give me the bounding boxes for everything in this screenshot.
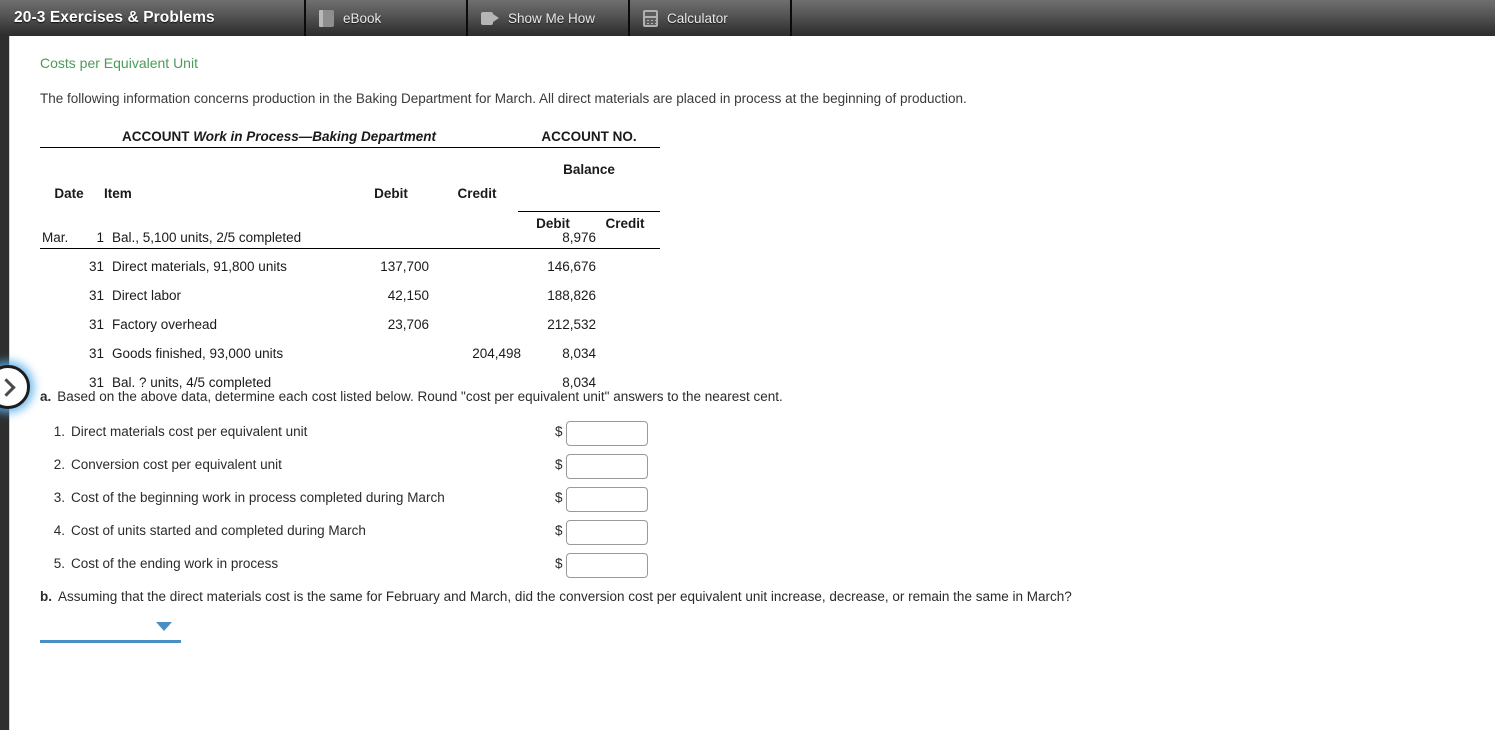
cell-day: 31 xyxy=(88,375,104,390)
list-item: 2. Conversion cost per equivalent unit $ xyxy=(43,454,683,487)
calculator-icon xyxy=(643,9,658,27)
cell-balance-debit: 8,034 xyxy=(562,346,596,361)
top-toolbar: 20-3 Exercises & Problems eBook Show Me … xyxy=(0,0,1495,36)
list-item: 5. Cost of the ending work in process $ xyxy=(43,553,683,586)
col-header-date: Date xyxy=(54,186,84,201)
col-header-debit: Debit xyxy=(374,186,408,201)
answer-input-3[interactable] xyxy=(566,487,648,512)
item-number: 2. xyxy=(53,457,65,472)
cell-item: Goods finished, 93,000 units xyxy=(112,346,284,361)
cell-balance-debit: 146,676 xyxy=(547,259,596,274)
cell-balance-debit: 8,034 xyxy=(562,375,596,390)
item-label: Conversion cost per equivalent unit xyxy=(71,457,282,472)
tab-show-me-how[interactable]: Show Me How xyxy=(468,0,630,36)
page-title: 20-3 Exercises & Problems xyxy=(0,0,306,36)
balance-group-rule xyxy=(518,211,660,212)
ledger-body: Mar. 1 Bal., 5,100 units, 2/5 completed 8,9… xyxy=(40,230,660,404)
chevron-down-icon xyxy=(156,622,172,631)
table-row: 31 Goods finished, 93,000 units 204,498 8,0… xyxy=(40,346,660,375)
currency-symbol: $ xyxy=(555,556,563,571)
tab-ebook[interactable]: eBook xyxy=(306,0,468,36)
ledger-account-header: ACCOUNT Work in Process—Baking Departmen… xyxy=(40,121,660,144)
tab-ebook-label: eBook xyxy=(343,10,382,26)
table-row: Mar. 1 Bal., 5,100 units, 2/5 completed 8,9… xyxy=(40,230,660,259)
question-a-items: 1. Direct materials cost per equivalent u… xyxy=(43,421,683,586)
exercise-page: 20-3 Exercises & Problems eBook Show Me … xyxy=(0,0,1495,730)
tab-calculator[interactable]: Calculator xyxy=(630,0,792,36)
item-label: Cost of the beginning work in process co… xyxy=(71,490,445,505)
account-label: ACCOUNT xyxy=(121,129,190,144)
cell-debit: 42,150 xyxy=(387,288,429,303)
answer-input-5[interactable] xyxy=(566,553,648,578)
cell-item: Direct labor xyxy=(112,288,182,303)
cell-item: Bal., 5,100 units, 2/5 completed xyxy=(112,230,302,245)
question-b-label: b. xyxy=(40,589,52,604)
cell-balance-debit: 8,976 xyxy=(562,230,596,245)
table-row: 31 Factory overhead 23,706 212,532 xyxy=(40,317,660,346)
cell-day: 1 xyxy=(96,230,104,245)
cell-day: 31 xyxy=(88,259,104,274)
account-no-label: ACCOUNT NO. xyxy=(541,129,637,144)
col-header-balance-credit: Credit xyxy=(605,216,645,231)
cell-debit: 23,706 xyxy=(387,317,429,332)
cell-balance-debit: 212,532 xyxy=(547,317,596,332)
intro-text: The following information concerns produ… xyxy=(40,91,967,106)
currency-symbol: $ xyxy=(555,457,563,472)
col-header-balance-group: Balance xyxy=(563,162,615,177)
currency-symbol: $ xyxy=(555,424,563,439)
answer-input-4[interactable] xyxy=(566,520,648,545)
answer-input-1[interactable] xyxy=(566,421,648,446)
account-name: Work in Process—Baking Department xyxy=(193,129,437,144)
account-no: ACCOUNT NO. xyxy=(518,129,660,144)
item-label: Cost of units started and completed duri… xyxy=(71,523,366,538)
question-b: b. Assuming that the direct materials cos… xyxy=(40,589,1072,604)
list-item: 1. Direct materials cost per equivalent u… xyxy=(43,421,683,454)
cell-debit: 137,700 xyxy=(380,259,429,274)
question-a-label: a. xyxy=(40,389,52,404)
item-number: 1. xyxy=(53,424,65,439)
toolbar-filler xyxy=(792,0,1495,36)
question-a-text: Based on the above data, determine each … xyxy=(57,389,783,404)
cell-day: 31 xyxy=(88,346,104,361)
cell-item: Factory overhead xyxy=(112,317,218,332)
cell-item: Bal. ? units, 4/5 completed xyxy=(112,375,272,390)
cell-day: 31 xyxy=(88,317,104,332)
dropdown-underline xyxy=(40,640,181,643)
item-number: 4. xyxy=(53,523,65,538)
list-item: 3. Cost of the beginning work in process … xyxy=(43,487,683,520)
content-area: Costs per Equivalent Unit The following … xyxy=(10,36,1495,730)
cell-balance-debit: 188,826 xyxy=(547,288,596,303)
cell-day: 31 xyxy=(88,288,104,303)
currency-symbol: $ xyxy=(555,490,563,505)
item-label: Direct materials cost per equivalent uni… xyxy=(71,424,308,439)
question-a: a. Based on the above data, determine eac… xyxy=(40,389,783,404)
item-number: 3. xyxy=(53,490,65,505)
col-header-balance-debit: Debit xyxy=(536,216,570,231)
item-number: 5. xyxy=(53,556,65,571)
ledger-table: ACCOUNT Work in Process—Baking Departmen… xyxy=(40,121,660,404)
section-title: Costs per Equivalent Unit xyxy=(40,55,198,71)
ledger-column-headers: Date Item Debit Credit Balance Debit Cre… xyxy=(40,148,660,249)
video-icon xyxy=(481,11,499,25)
tab-calculator-label: Calculator xyxy=(667,10,728,26)
table-row: 31 Direct labor 42,150 188,826 xyxy=(40,288,660,317)
cell-item: Direct materials, 91,800 units xyxy=(112,259,287,274)
list-item: 4. Cost of units started and completed du… xyxy=(43,520,683,553)
col-header-credit: Credit xyxy=(457,186,497,201)
answer-input-2[interactable] xyxy=(566,454,648,479)
col-header-item: Item xyxy=(104,186,132,201)
chevron-right-icon xyxy=(0,377,16,397)
tab-show-me-how-label: Show Me How xyxy=(508,10,596,26)
conversion-cost-dropdown[interactable] xyxy=(40,616,181,643)
book-icon xyxy=(319,9,334,27)
item-label: Cost of the ending work in process xyxy=(71,556,279,571)
account-title: ACCOUNT Work in Process—Baking Departmen… xyxy=(40,129,518,144)
question-b-text: Assuming that the direct materials cost … xyxy=(58,589,1072,604)
currency-symbol: $ xyxy=(555,523,563,538)
table-row: 31 Direct materials, 91,800 units 137,700 1… xyxy=(40,259,660,288)
cell-credit: 204,498 xyxy=(472,346,521,361)
